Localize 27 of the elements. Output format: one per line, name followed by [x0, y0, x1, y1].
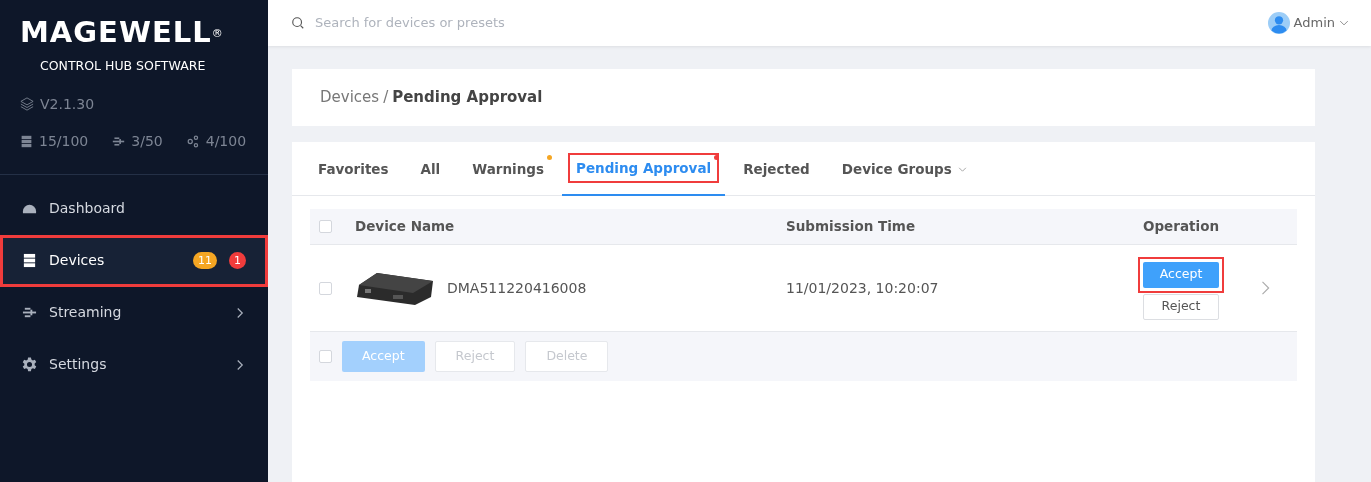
tab[interactable]: Rejected: [729, 142, 824, 196]
sidebar-item[interactable]: Streaming: [0, 286, 268, 339]
sidebar-item[interactable]: Settings: [0, 338, 268, 391]
logo: MAGEWELL$^{®}$: [19, 14, 225, 47]
tab[interactable]: Device Groups: [827, 142, 975, 196]
table-cell: 11/01/2023, 10:20:07: [786, 279, 939, 296]
logo-subtitle: CONTROL HUB SOFTWARE: [39, 57, 207, 75]
count-badge: 11: [193, 252, 217, 270]
column-header: Operation: [1143, 217, 1219, 237]
tab[interactable]: All: [406, 142, 455, 196]
breadcrumb-separator: /: [383, 87, 389, 109]
sidebar-item[interactable]: Devices 11 1: [0, 234, 268, 287]
reject-button[interactable]: Reject: [1143, 293, 1219, 320]
version-text: V2.1.30: [40, 94, 95, 114]
table-cell-text: DMA511220416008: [447, 278, 587, 298]
stat-count: 3/50: [131, 131, 163, 151]
breadcrumb-link[interactable]: Devices: [320, 86, 380, 109]
user-menu[interactable]: Admin: [1267, 12, 1349, 34]
tab[interactable]: Favorites: [304, 142, 403, 196]
stat-count: 4/100: [205, 131, 247, 151]
tab[interactable]: Warnings: [458, 142, 558, 196]
column-header: Device Name: [355, 217, 455, 237]
count-badge: 1: [229, 252, 246, 270]
breadcrumb-current: Pending Approval: [392, 87, 543, 109]
column-header: Submission Time: [786, 218, 916, 235]
stat-count: 15/100: [39, 131, 89, 151]
sidebar-item[interactable]: Dashboard: [0, 182, 268, 235]
